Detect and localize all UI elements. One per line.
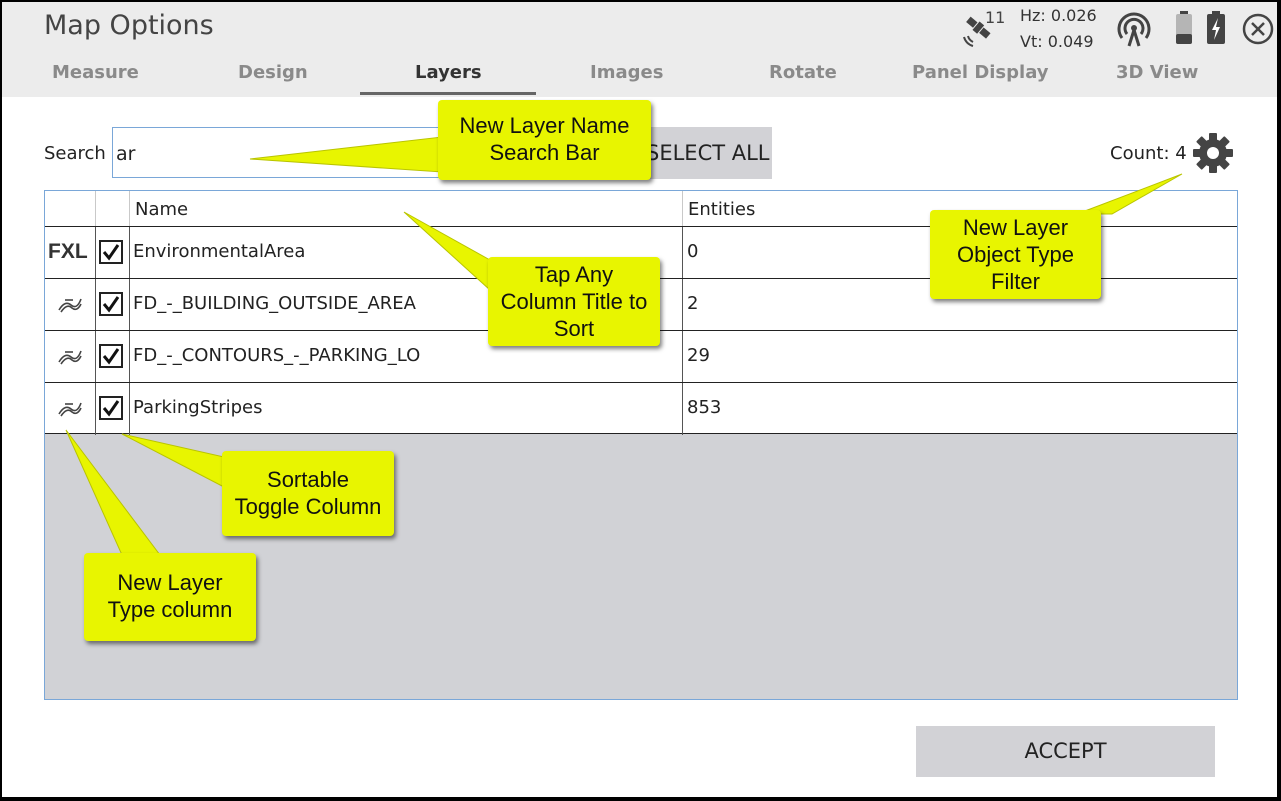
callout-line: Toggle Column	[234, 494, 382, 519]
callout-line: New Layer	[117, 570, 223, 595]
callout-line: Type column	[107, 597, 233, 622]
type-column-callout-pointer	[65, 429, 162, 556]
callout-line: New Layer Name	[459, 113, 630, 138]
column-sort-callout: Tap Any Column Title to Sort	[488, 257, 660, 346]
callout-line: Object Type	[957, 242, 1074, 267]
callout-line: Column Title to	[500, 289, 648, 314]
search-bar-callout-pointer	[249, 136, 443, 173]
callout-line: Search Bar	[489, 140, 600, 165]
type-column-callout: New Layer Type column	[84, 553, 256, 641]
toggle-column-callout: Sortable Toggle Column	[222, 451, 394, 536]
callout-line: New Layer	[962, 215, 1069, 240]
map-options-window: Map Options Measure Design Layers Images…	[2, 2, 1277, 797]
object-filter-callout-pointer	[1076, 173, 1183, 215]
search-bar-callout: New Layer Name Search Bar	[438, 100, 651, 180]
column-sort-callout-pointer	[403, 211, 491, 292]
callout-line: Sortable	[267, 467, 349, 492]
callout-line: Sort	[553, 316, 595, 341]
toggle-column-callout-pointer	[121, 433, 225, 488]
callout-line: Tap Any	[534, 262, 614, 287]
object-filter-callout: New Layer Object Type Filter	[930, 210, 1101, 299]
callout-line: Filter	[991, 269, 1040, 294]
